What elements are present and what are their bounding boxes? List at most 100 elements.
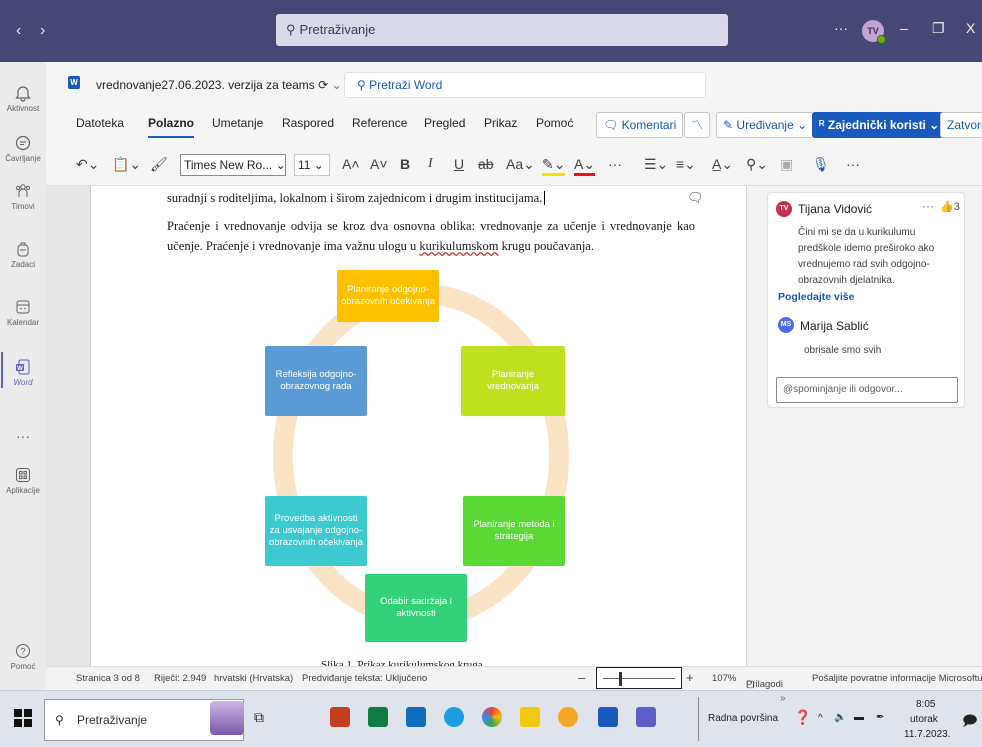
zoom-in-icon[interactable]: +	[686, 670, 694, 685]
powerpoint-app-icon[interactable]	[330, 707, 350, 727]
tab-layout[interactable]: Raspored	[282, 116, 334, 130]
help-tray-icon[interactable]: ❓	[794, 709, 811, 726]
help-icon: ?	[16, 644, 30, 658]
more-options-icon[interactable]: ···	[834, 20, 848, 36]
paint-app-icon[interactable]	[558, 707, 578, 727]
word-icon: W	[16, 359, 30, 375]
rail-item-assignments[interactable]: Zadaci	[0, 240, 46, 269]
back-icon[interactable]: ‹	[16, 22, 21, 40]
volume-icon[interactable]: 🔈	[834, 712, 846, 723]
chrome-app-icon[interactable]	[482, 707, 502, 727]
word-search-input[interactable]: ⚲ Pretraži Word	[344, 72, 706, 98]
align-icon[interactable]: ≡⌄	[676, 156, 696, 173]
change-case-icon[interactable]: Aa⌄	[506, 156, 535, 173]
font-size-select[interactable]: 11 ⌄	[294, 154, 330, 176]
toolbar-overflow-icon[interactable]: »	[780, 693, 786, 704]
edge-app-icon[interactable]	[444, 707, 464, 727]
page-count[interactable]: Stranica 3 od 8	[76, 673, 140, 684]
pen-icon[interactable]: ✒	[876, 712, 884, 723]
minimize-icon[interactable]: –	[900, 20, 908, 36]
format-toolbar: ↶⌄ 📋⌄ 🖌 Times New Ro... ⌄ 11 ⌄ A˄ A˅ B I…	[46, 142, 982, 186]
cycle-step-5: Provedba aktivnosti za usvajanje odgojno…	[265, 496, 367, 566]
see-more-link[interactable]: Pogledajte više	[778, 291, 854, 303]
rail-item-chat[interactable]: Čavrljanje	[0, 134, 46, 163]
tab-insert[interactable]: Umetanje	[212, 116, 263, 130]
undo-icon[interactable]: ↶⌄	[76, 156, 99, 173]
restore-icon[interactable]: ❐	[932, 20, 945, 37]
more-formatting-icon[interactable]: ···	[608, 156, 622, 172]
bullets-icon[interactable]: ☰⌄	[644, 156, 668, 173]
ribbon-tabs: Datoteka Polazno Umetanje Raspored Refer…	[46, 104, 982, 142]
forward-icon[interactable]: ›	[40, 22, 45, 40]
desktop-toolbar[interactable]: Radna površina	[708, 713, 778, 724]
activity-button[interactable]: 〽	[684, 112, 710, 138]
windows-start-icon[interactable]	[14, 709, 32, 727]
format-painter-icon[interactable]: 🖌	[150, 156, 168, 173]
user-avatar[interactable]: TV	[862, 20, 886, 44]
word-app-icon[interactable]	[598, 707, 618, 727]
teams-app-icon[interactable]	[636, 707, 656, 727]
share-button[interactable]: ᴿ Zajednički koristi ⌄	[812, 112, 947, 138]
language-status[interactable]: hrvatski (Hrvatska)	[214, 673, 293, 684]
file-explorer-icon[interactable]	[520, 707, 540, 727]
more-options-icon[interactable]: ···	[846, 156, 860, 172]
like-button[interactable]: 👍3	[940, 200, 960, 213]
clock-time[interactable]: 8:05	[916, 699, 935, 710]
zoom-out-icon[interactable]: –	[578, 670, 585, 685]
battery-icon[interactable]: ▬	[854, 712, 864, 723]
notifications-icon[interactable]: 🗩	[962, 710, 978, 734]
underline-icon[interactable]: U	[454, 156, 464, 172]
rail-item-help[interactable]: ? Pomoć	[0, 642, 46, 671]
close-window-icon[interactable]: X	[966, 20, 975, 36]
find-icon[interactable]: ⚲⌄	[746, 156, 768, 173]
lavender-widget-icon[interactable]	[210, 701, 244, 735]
rail-item-activity[interactable]: Aktivnost	[0, 84, 46, 113]
feedback-link[interactable]: Pošaljite povratne informacije Microsoft…	[812, 673, 982, 684]
outlook-app-icon[interactable]	[406, 707, 426, 727]
zoom-thumb[interactable]	[619, 672, 622, 686]
tab-home[interactable]: Polazno	[148, 116, 195, 138]
tab-references[interactable]: Reference	[352, 116, 407, 130]
document-page[interactable]: suradnji s roditeljima, lokalnom i širom…	[90, 186, 746, 666]
tab-help[interactable]: Pomoć	[536, 116, 573, 130]
show-hidden-icons-icon[interactable]: ^	[818, 713, 823, 724]
comments-button[interactable]: 🗨 Komentari	[596, 112, 684, 138]
rail-item-apps[interactable]: Aplikacije	[0, 466, 46, 495]
zoom-level[interactable]: 107%	[712, 673, 736, 684]
task-view-icon[interactable]: ⧉	[254, 709, 264, 726]
bold-icon[interactable]: B	[400, 156, 410, 172]
shrink-font-icon[interactable]: A˅	[370, 156, 388, 172]
font-name-select[interactable]: Times New Ro... ⌄	[180, 154, 286, 176]
tab-review[interactable]: Pregled	[424, 116, 465, 130]
bell-icon	[15, 86, 31, 102]
italic-icon[interactable]: I	[428, 156, 433, 172]
grow-font-icon[interactable]: A˄	[342, 156, 360, 172]
rail-item-calendar[interactable]: Kalendar	[0, 298, 46, 327]
clock-date[interactable]: 11.7.2023.	[904, 729, 951, 740]
document-title[interactable]: vrednovanje27.06.2023. verzija za teams …	[96, 78, 342, 92]
comment-more-icon[interactable]: ···	[922, 199, 934, 213]
clock-day[interactable]: utorak	[910, 714, 938, 725]
strikethrough-icon[interactable]: ab	[478, 156, 494, 172]
font-color-icon[interactable]: A⌄	[574, 156, 596, 176]
excel-app-icon[interactable]	[368, 707, 388, 727]
zoom-slider[interactable]	[596, 667, 682, 689]
paste-icon[interactable]: 📋⌄	[112, 156, 141, 173]
rail-item-word[interactable]: W Word	[0, 358, 46, 387]
rail-more-apps[interactable]: ···	[0, 428, 46, 444]
editing-mode-button[interactable]: ✎ Uređivanje ⌄	[716, 112, 815, 138]
highlight-icon[interactable]: ✎⌄	[542, 156, 566, 176]
comment-marker-icon[interactable]: 🗨	[687, 190, 704, 206]
dictate-icon[interactable]: 🎙	[812, 156, 830, 173]
close-doc-button[interactable]: Zatvori	[940, 112, 982, 138]
tab-view[interactable]: Prikaz	[484, 116, 517, 130]
comment-thread[interactable]: TV Tijana Vidović ··· 👍3 Čini mi se da u…	[767, 192, 965, 408]
word-count[interactable]: Riječi: 2.949	[154, 673, 206, 684]
sensitivity-icon[interactable]: ▣	[780, 156, 793, 173]
rail-item-teams[interactable]: Timovi	[0, 182, 46, 211]
reply-input[interactable]: @spominjanje ili odgovor...	[776, 377, 958, 403]
styles-icon[interactable]: A̲⌄	[712, 156, 733, 173]
tab-file[interactable]: Datoteka	[76, 116, 124, 130]
text-predictions-status[interactable]: Predviđanje teksta: Uključeno	[302, 673, 427, 684]
teams-search-input[interactable]: ⚲ Pretraživanje	[276, 14, 728, 46]
